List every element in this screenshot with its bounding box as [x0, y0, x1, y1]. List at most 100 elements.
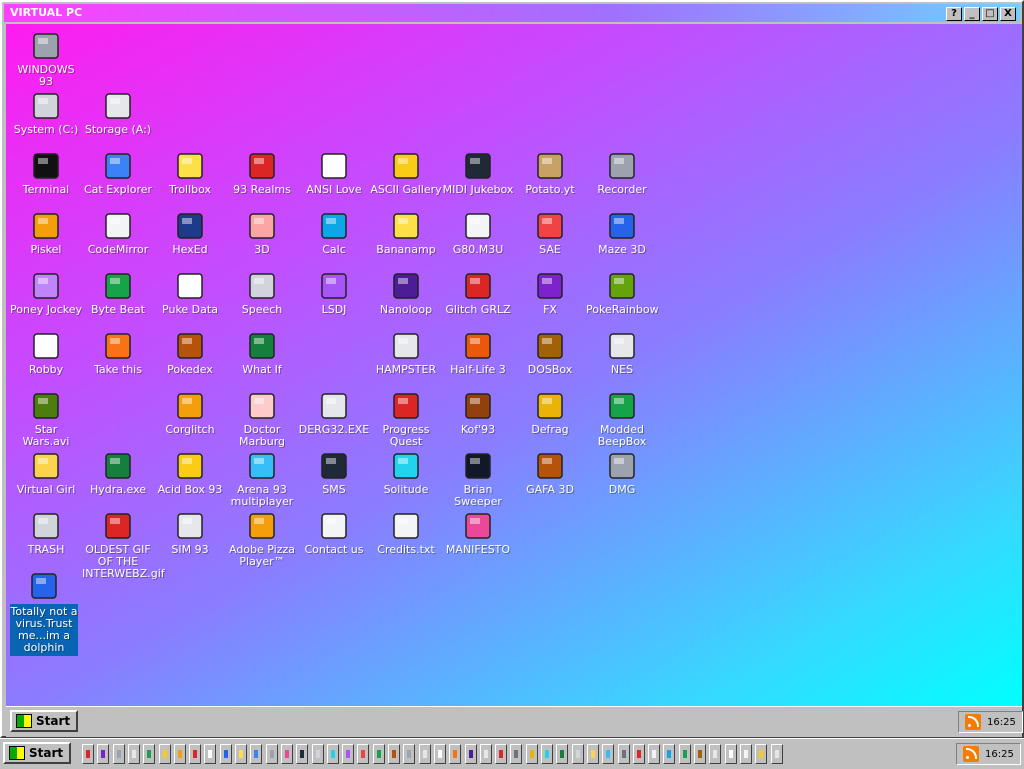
desktop-icon[interactable]: DERG32.EXE [298, 390, 370, 450]
taskbar-task-button[interactable] [755, 744, 768, 764]
desktop-icon[interactable]: Glitch GRLZ [442, 270, 514, 330]
desktop-icon[interactable]: NES [586, 330, 658, 390]
taskbar-task-button[interactable] [143, 744, 156, 764]
desktop-icon[interactable]: Storage (A:) [82, 90, 154, 150]
desktop-icon[interactable]: SMS [298, 450, 370, 510]
taskbar-task-button[interactable] [556, 744, 569, 764]
taskbar-task-button[interactable] [617, 744, 630, 764]
desktop-icon[interactable]: Solitude [370, 450, 442, 510]
desktop-icon[interactable]: Robby [10, 330, 82, 390]
desktop-icon[interactable]: GAFA 3D [514, 450, 586, 510]
desktop-icon[interactable]: Credits.txt [370, 510, 442, 570]
taskbar-task-button[interactable] [280, 744, 293, 764]
taskbar-task-button[interactable] [326, 744, 339, 764]
taskbar-task-button[interactable] [495, 744, 508, 764]
taskbar-task-button[interactable] [510, 744, 523, 764]
taskbar-task-button[interactable] [158, 744, 171, 764]
taskbar-task-button[interactable] [586, 744, 599, 764]
desktop-icon[interactable]: Totally not a virus.Trust me...im a dolp… [10, 570, 78, 656]
taskbar-task-button[interactable] [403, 744, 416, 764]
desktop-icon[interactable]: Defrag [514, 390, 586, 450]
taskbar-task-button[interactable] [127, 744, 140, 764]
taskbar-task-button[interactable] [663, 744, 676, 764]
desktop-icon[interactable]: Progress Quest [370, 390, 442, 450]
desktop-icon[interactable]: Maze 3D [586, 210, 658, 270]
taskbar-task-button[interactable] [648, 744, 661, 764]
desktop-icon[interactable]: Arena 93 multiplayer [226, 450, 298, 510]
desktop-icon[interactable]: Acid Box 93 [154, 450, 226, 510]
taskbar-task-button[interactable] [265, 744, 278, 764]
taskbar-task-button[interactable] [388, 744, 400, 764]
desktop-icon[interactable]: WINDOWS 93 [10, 30, 82, 90]
desktop-icon[interactable]: Take this [82, 330, 154, 390]
desktop-icon[interactable]: ANSI Love [298, 150, 370, 210]
desktop-icon[interactable]: 93 Realms [226, 150, 298, 210]
desktop-icon[interactable]: Byte Beat [82, 270, 154, 330]
taskbar-task-button[interactable] [82, 744, 94, 764]
minimize-button[interactable]: _ [964, 7, 980, 21]
desktop-icon[interactable]: Potato.yt [514, 150, 586, 210]
desktop-icon[interactable]: Virtual Girl [10, 450, 82, 510]
taskbar-task-button[interactable] [678, 744, 691, 764]
desktop-icon[interactable]: SAE [514, 210, 586, 270]
desktop-icon[interactable]: Trollbox [154, 150, 226, 210]
desktop-icon[interactable]: Bananamp [370, 210, 442, 270]
taskbar-task-button[interactable] [525, 744, 538, 764]
desktop-icon[interactable]: G80.M3U [442, 210, 514, 270]
maximize-button[interactable]: □ [982, 7, 998, 21]
taskbar-task-button[interactable] [250, 744, 263, 764]
desktop-icon[interactable]: Kof'93 [442, 390, 514, 450]
inner-start-button[interactable]: Start [10, 710, 79, 732]
desktop-icon[interactable]: Cat Explorer [82, 150, 154, 210]
rss-icon[interactable] [963, 746, 979, 762]
desktop-icon[interactable]: HAMPSTER [370, 330, 442, 390]
desktop-icon[interactable]: SIM 93 [154, 510, 226, 570]
window-titlebar[interactable]: VIRTUAL PC ? _ □ X [4, 4, 1020, 22]
desktop-icon[interactable]: DOSBox [514, 330, 586, 390]
desktop-icon[interactable]: Doctor Marburg [226, 390, 298, 450]
desktop-icon[interactable]: Star Wars.avi [10, 390, 82, 450]
desktop-icon[interactable]: Speech [226, 270, 298, 330]
desktop-icon[interactable]: 3D [226, 210, 298, 270]
taskbar-task-button[interactable] [724, 744, 737, 764]
desktop-icon[interactable]: Terminal [10, 150, 82, 210]
desktop-icon[interactable]: TRASH [10, 510, 82, 570]
desktop-icon[interactable]: Nanoloop [370, 270, 442, 330]
taskbar-task-button[interactable] [433, 744, 446, 764]
taskbar-task-button[interactable] [770, 744, 783, 764]
taskbar-task-button[interactable] [541, 744, 553, 764]
taskbar-task-button[interactable] [449, 744, 462, 764]
desktop-icon[interactable]: Modded BeepBox [586, 390, 658, 450]
close-button[interactable]: X [1000, 7, 1016, 21]
desktop-icon[interactable]: Recorder [586, 150, 658, 210]
help-button[interactable]: ? [946, 7, 962, 21]
taskbar-task-button[interactable] [632, 744, 645, 764]
desktop-icon[interactable]: CodeMirror [82, 210, 154, 270]
taskbar-task-button[interactable] [112, 744, 125, 764]
taskbar-task-button[interactable] [173, 744, 186, 764]
taskbar-task-button[interactable] [418, 744, 431, 764]
host-start-button[interactable]: Start [3, 742, 72, 764]
desktop-icon[interactable]: Hydra.exe [82, 450, 154, 510]
desktop-icon[interactable]: Puke Data [154, 270, 226, 330]
taskbar-task-button[interactable] [97, 744, 110, 764]
desktop-icon[interactable]: MANIFESTO [442, 510, 514, 570]
desktop-icon[interactable]: PokeRainbow [586, 270, 659, 330]
desktop-icon[interactable]: Poney Jockey [10, 270, 82, 330]
taskbar-task-button[interactable] [204, 744, 217, 764]
desktop-icon[interactable]: Calc [298, 210, 370, 270]
taskbar-task-button[interactable] [602, 744, 615, 764]
taskbar-task-button[interactable] [189, 744, 202, 764]
desktop-icon[interactable]: DMG [586, 450, 658, 510]
taskbar-task-button[interactable] [311, 744, 324, 764]
desktop-icon[interactable]: Pokedex [154, 330, 226, 390]
desktop-icon[interactable]: LSDJ [298, 270, 370, 330]
desktop-icon[interactable]: ASCII Gallery [370, 150, 442, 210]
desktop-icon[interactable]: Brian Sweeper [442, 450, 514, 510]
desktop-icon[interactable]: MIDI Jukebox [442, 150, 514, 210]
desktop-icon[interactable]: Corglitch [154, 390, 226, 450]
desktop-icon[interactable]: Half-Life 3 [442, 330, 514, 390]
desktop-icon[interactable]: Piskel [10, 210, 82, 270]
taskbar-task-button[interactable] [709, 744, 722, 764]
rss-icon[interactable] [965, 714, 981, 730]
